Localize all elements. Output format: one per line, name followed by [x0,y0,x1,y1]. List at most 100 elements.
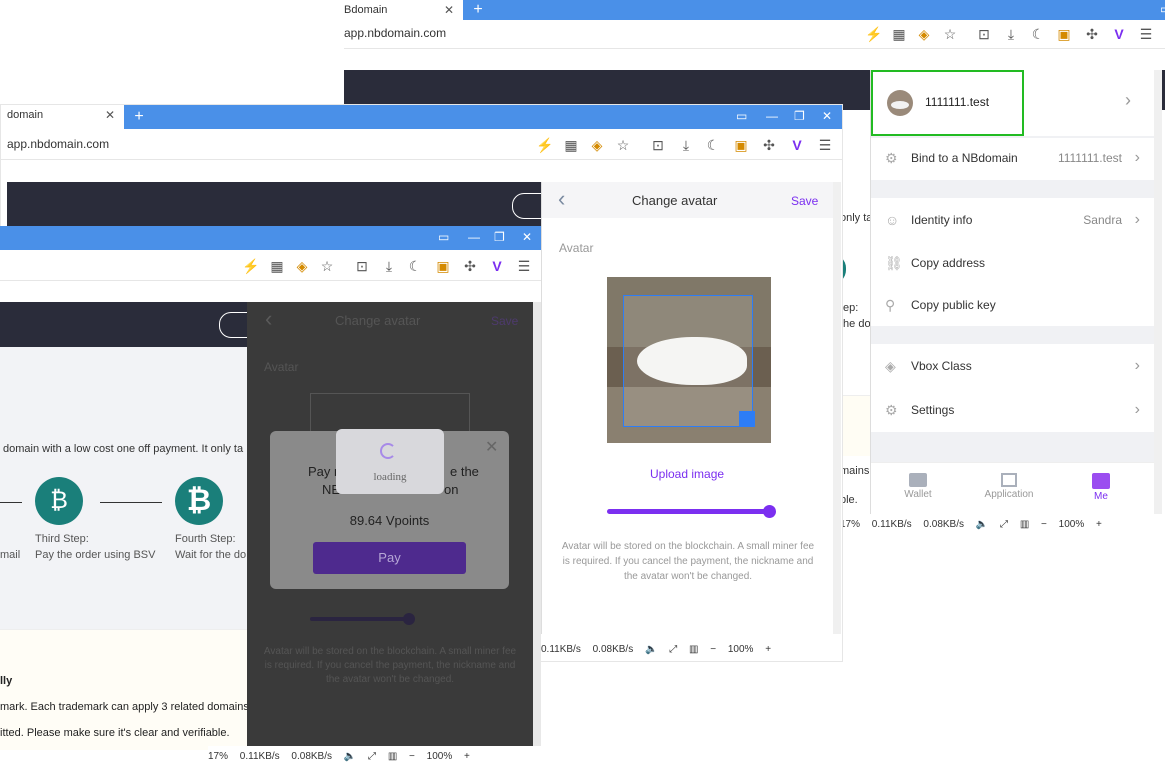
layout-icon[interactable]: ▥ [689,644,698,655]
zoom-slider[interactable] [310,613,415,625]
extension-icon[interactable]: ◈ [293,258,311,274]
puzzle-icon[interactable]: ✣ [1083,26,1101,42]
star-icon[interactable]: ☆ [941,26,959,42]
fullscreen-icon[interactable]: ⤢ [669,644,677,655]
menu-icon[interactable]: ☰ [1137,26,1155,42]
volume-icon[interactable]: 🔈 [976,519,988,530]
close-icon[interactable]: ✕ [485,437,498,457]
settings-icon: ⚙ [885,402,898,418]
crop-icon[interactable]: ⊡ [649,137,667,153]
menu-bind-nbdomain[interactable]: ⚙ Bind to a NBdomain 1111111.test › [871,138,1154,178]
url-field[interactable]: app.nbdomain.com [7,131,109,157]
sidebar-toggle-icon[interactable]: ▭ [438,228,449,247]
moon-icon[interactable]: ☾ [1029,26,1047,42]
moon-icon[interactable]: ☾ [406,258,424,274]
grid-icon[interactable]: ▦ [890,26,908,42]
avatar-crop-image[interactable] [607,277,771,443]
nav-wallet[interactable]: Wallet [893,473,943,500]
zoom-out-icon[interactable]: − [1041,519,1047,530]
slider-handle[interactable] [403,613,415,625]
zoom-out-icon[interactable]: − [409,751,415,762]
zoom-in-icon[interactable]: + [1096,519,1102,530]
close-tab-icon[interactable]: ✕ [105,105,115,125]
modal-text: e the [450,464,479,479]
download-speed: 0.11KB/s [541,644,581,655]
menu-vbox-class[interactable]: ◈ Vbox Class › [871,346,1154,386]
nav-me[interactable]: Me [1081,473,1121,502]
bookmark-icon[interactable]: ▣ [732,137,750,153]
zoom-out-icon[interactable]: − [710,644,716,655]
address-bar: ⚡ ▦ ◈ ☆ ⊡ ⤓ ☾ ▣ ✣ V ☰ [0,252,541,281]
volume-icon[interactable]: 🔈 [645,644,657,655]
menu-icon[interactable]: ☰ [816,137,834,153]
back-arrow-icon[interactable]: ‹ [558,186,565,212]
menu-label: Bind to a NBdomain [911,151,1018,165]
volume-icon[interactable]: 🔈 [344,751,356,762]
pay-button[interactable]: Pay [313,542,466,574]
extension-icon[interactable]: ◈ [588,137,606,153]
bookmark-icon[interactable]: ▣ [1055,26,1073,42]
tab-nbdomain[interactable]: domain ✕ [7,105,123,127]
me-panel: 1111111.test › ⚙ Bind to a NBdomain 1111… [870,70,1154,520]
grid-icon[interactable]: ▦ [562,137,580,153]
scrollbar[interactable] [533,302,541,748]
nav-application[interactable]: Application [979,473,1039,500]
v-icon[interactable]: V [1110,26,1128,42]
crop-icon[interactable]: ⊡ [353,258,371,274]
download-icon[interactable]: ⤓ [677,137,695,153]
fullscreen-icon[interactable]: ⤢ [368,751,376,762]
tab-nbdomain[interactable]: Bdomain ✕ [344,0,462,22]
close-tab-icon[interactable]: ✕ [444,0,454,20]
layout-icon[interactable]: ▥ [1020,519,1029,530]
save-button[interactable]: Save [791,194,818,208]
peek-text-e: the do [840,318,871,330]
zoom-slider[interactable] [607,505,776,518]
menu-identity-info[interactable]: ☺ Identity info Sandra › [871,200,1154,240]
star-icon[interactable]: ☆ [614,137,632,153]
tab-bar: domain ✕ + ▭ — ❐ ✕ [1,105,842,129]
url-field[interactable]: app.nbdomain.com [344,20,446,46]
v-icon[interactable]: V [788,137,806,153]
puzzle-icon[interactable]: ✣ [461,258,479,274]
bolt-icon[interactable]: ⚡ [536,137,554,153]
slider-handle[interactable] [763,505,776,518]
sidebar-toggle-icon[interactable]: ▭ [736,107,747,126]
moon-icon[interactable]: ☾ [704,137,722,153]
v-icon[interactable]: V [488,258,506,274]
menu-copy-public-key[interactable]: ⚲ Copy public key [871,285,1154,325]
bolt-icon[interactable]: ⚡ [865,26,883,42]
layout-icon[interactable]: ▥ [388,751,397,762]
extension-icon[interactable]: ◈ [915,26,933,42]
back-arrow-icon[interactable]: ‹ [265,306,272,332]
restore-icon[interactable]: ❐ [494,228,505,247]
download-icon[interactable]: ⤓ [380,258,398,274]
zoom-in-icon[interactable]: + [464,751,470,762]
crop-icon[interactable]: ⊡ [975,26,993,42]
close-window-icon[interactable]: ✕ [522,228,532,247]
fullscreen-icon[interactable]: ⤢ [1000,519,1008,530]
new-tab-icon[interactable]: + [468,0,488,19]
step-desc-peek: mail [0,549,21,561]
bookmark-icon[interactable]: ▣ [434,258,452,274]
star-icon[interactable]: ☆ [318,258,336,274]
restore-icon[interactable]: ❐ [794,107,805,126]
menu-settings[interactable]: ⚙ Settings › [871,390,1154,430]
save-button[interactable]: Save [491,314,518,328]
grid-icon[interactable]: ▦ [268,258,286,274]
scrollbar[interactable] [833,182,841,634]
bolt-icon[interactable]: ⚡ [242,258,260,274]
close-window-icon[interactable]: ✕ [822,107,832,126]
new-tab-icon[interactable]: + [129,107,149,126]
minimize-icon[interactable]: — [468,228,480,247]
menu-copy-address[interactable]: ⛓ Copy address [871,243,1154,283]
tab-bar: Bdomain ✕ + ▭ — ❐ ✕ [344,0,1165,22]
browser-window-3: ▭ — ❐ ✕ ⚡ ▦ ◈ ☆ ⊡ ⤓ ☾ ▣ ✣ V ☰ domain wit… [0,226,541,765]
minimize-icon[interactable]: — [766,107,778,126]
zoom-in-icon[interactable]: + [765,644,771,655]
scrollbar[interactable] [1154,70,1162,520]
menu-icon[interactable]: ☰ [515,258,533,274]
puzzle-icon[interactable]: ✣ [760,137,778,153]
upload-image-link[interactable]: Upload image [650,467,724,481]
sidebar-toggle-icon[interactable]: ▭ [1160,0,1165,19]
download-icon[interactable]: ⤓ [1002,26,1020,42]
